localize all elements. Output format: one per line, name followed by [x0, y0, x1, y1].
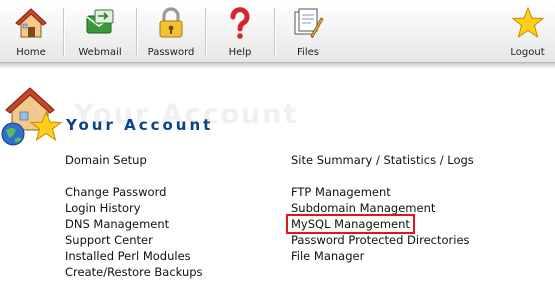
link-domain-setup[interactable]: Domain Setup [65, 153, 147, 167]
page-title: Your Account [66, 116, 214, 134]
question-icon [230, 7, 250, 39]
files-icon [294, 8, 324, 38]
toolbar-home-label: Home [16, 47, 46, 58]
toolbar-logout-label: Logout [510, 47, 545, 58]
toolbar-files-label: Files [297, 47, 319, 58]
toolbar-home-button[interactable]: Home [0, 0, 62, 62]
link-installed-perl-modules[interactable]: Installed Perl Modules [65, 249, 191, 263]
home-icon [15, 8, 47, 38]
link-file-manager[interactable]: File Manager [291, 249, 364, 263]
house-star-globe-icon [1, 87, 63, 146]
link-ftp-management[interactable]: FTP Management [291, 185, 391, 199]
toolbar-separator [136, 8, 138, 56]
toolbar-logout-button[interactable]: Logout [500, 0, 555, 62]
link-create-restore-backups[interactable]: Create/Restore Backups [65, 265, 203, 279]
toolbar-password-button[interactable]: Password [139, 0, 203, 62]
link-mysql-management[interactable]: MySQL Management [286, 214, 415, 234]
link-password-protected-directories[interactable]: Password Protected Directories [291, 233, 470, 247]
link-support-center[interactable]: Support Center [65, 233, 153, 247]
link-dns-management[interactable]: DNS Management [65, 217, 169, 231]
toolbar-webmail-label: Webmail [78, 47, 122, 58]
toolbar-files-button[interactable]: Files [277, 0, 339, 62]
link-change-password[interactable]: Change Password [65, 185, 166, 199]
toolbar-separator [274, 8, 276, 56]
link-subdomain-management[interactable]: Subdomain Management [291, 201, 435, 215]
link-login-history[interactable]: Login History [65, 201, 141, 215]
toolbar-help-button[interactable]: Help [208, 0, 272, 62]
star-icon [511, 6, 544, 39]
lock-icon [159, 7, 183, 38]
link-site-summary-statistics-logs[interactable]: Site Summary / Statistics / Logs [291, 153, 474, 167]
top-toolbar: Home Webmail Password Help Files Logout [0, 0, 555, 63]
toolbar-password-label: Password [147, 47, 195, 58]
webmail-icon [86, 9, 114, 34]
toolbar-separator [205, 8, 207, 56]
toolbar-separator [63, 8, 65, 56]
toolbar-webmail-button[interactable]: Webmail [66, 0, 134, 62]
toolbar-shadow [0, 63, 555, 69]
toolbar-help-label: Help [228, 47, 252, 58]
